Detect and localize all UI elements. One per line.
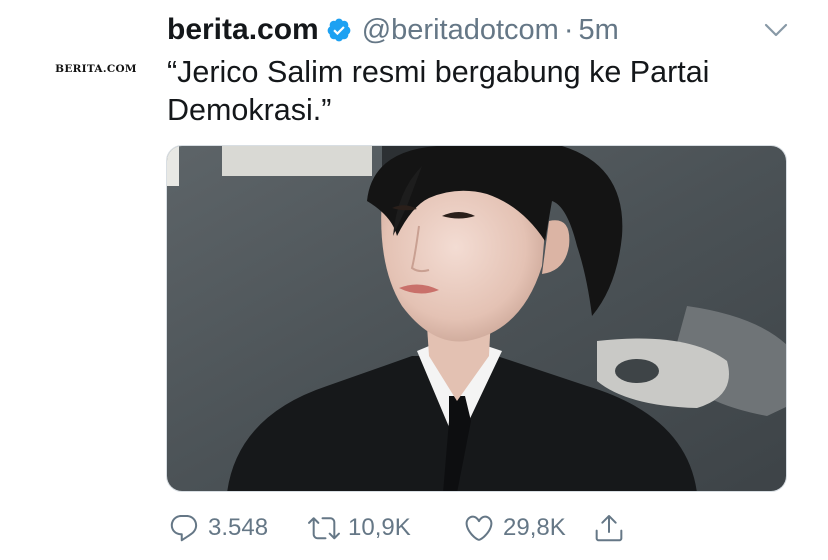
heart-icon bbox=[463, 512, 495, 544]
share-icon bbox=[593, 512, 625, 544]
tweet-header: berita.com @beritadotcom · 5m bbox=[167, 10, 619, 50]
avatar-logo-text: BERITA.COM bbox=[55, 63, 137, 75]
chevron-down-icon[interactable] bbox=[764, 20, 788, 40]
reply-icon bbox=[168, 512, 200, 544]
share-button[interactable] bbox=[593, 512, 625, 544]
retweet-count: 10,9K bbox=[348, 514, 411, 541]
tweet-photo[interactable] bbox=[166, 145, 787, 492]
handle[interactable]: @beritadotcom bbox=[362, 14, 559, 47]
avatar[interactable]: BERITA.COM bbox=[50, 60, 142, 78]
tweet-actions: 3.548 10,9K 29,8K bbox=[168, 508, 625, 548]
portrait-illustration bbox=[167, 146, 786, 491]
tweet-text: “Jerico Salim resmi bergabung ke Partai … bbox=[167, 55, 710, 127]
retweet-button[interactable]: 10,9K bbox=[308, 512, 463, 544]
reply-count: 3.548 bbox=[208, 514, 269, 541]
like-count: 29,8K bbox=[503, 514, 566, 541]
reply-button[interactable]: 3.548 bbox=[168, 512, 308, 544]
separator-dot: · bbox=[563, 13, 574, 46]
timestamp[interactable]: 5m bbox=[578, 14, 618, 47]
retweet-icon bbox=[308, 512, 340, 544]
like-button[interactable]: 29,8K bbox=[463, 512, 593, 544]
display-name[interactable]: berita.com bbox=[167, 13, 319, 47]
verified-badge-icon bbox=[326, 17, 352, 43]
tweet-card: BERITA.COM berita.com @beritadotcom · 5m… bbox=[0, 0, 828, 560]
